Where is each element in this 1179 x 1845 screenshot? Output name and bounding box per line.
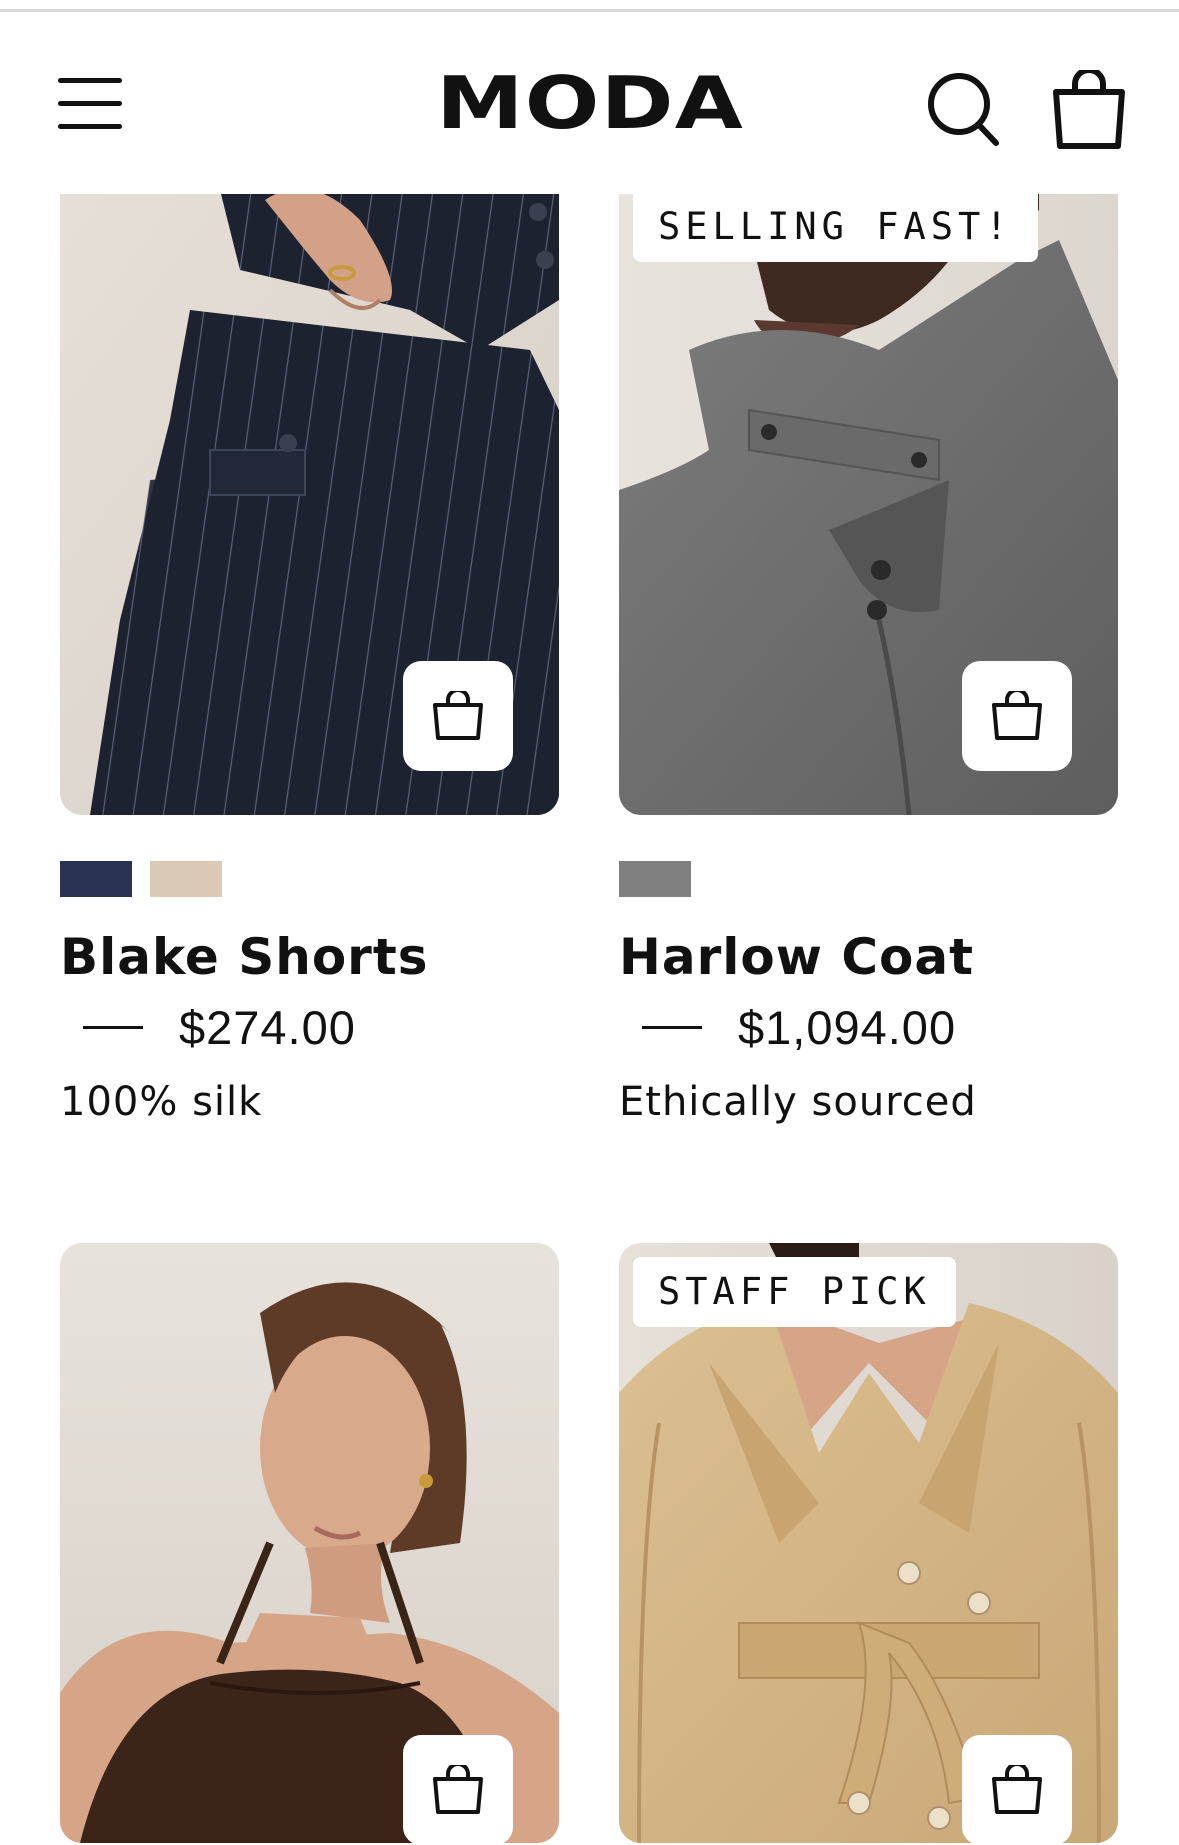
product-badge: SELLING FAST! [633,192,1038,262]
price-row: $274.00 [60,1000,356,1055]
menu-icon-bar [58,101,122,106]
shopping-bag-icon [1053,67,1125,149]
top-divider [0,0,1179,12]
price-dash [83,1026,143,1029]
product-price: $274.00 [179,1001,356,1054]
color-swatch-navy[interactable] [60,861,132,897]
shopping-bag-icon [433,691,483,740]
shopping-bag-icon [992,1765,1042,1814]
cart-button[interactable] [1050,67,1128,150]
product-note: 100% silk [60,1079,263,1125]
product-badge: STAFF PICK [633,1257,956,1327]
color-swatches [619,861,691,897]
product-price: $1,094.00 [738,1001,957,1054]
shopping-bag-icon [992,691,1042,740]
add-to-bag-button[interactable] [403,1735,513,1845]
shopping-bag-icon [433,1765,483,1814]
price-row: $1,094.00 [619,1000,956,1055]
add-to-bag-button[interactable] [962,1735,1072,1845]
search-icon [928,73,999,146]
color-swatch-beige[interactable] [150,861,222,897]
add-to-bag-button[interactable] [403,661,513,771]
product-name[interactable]: Blake Shorts [60,928,429,986]
color-swatch-grey[interactable] [619,861,691,897]
product-note: Ethically sourced [619,1079,977,1125]
search-button[interactable] [926,70,1002,150]
add-to-bag-button[interactable] [962,661,1072,771]
site-header: MODA [0,12,1179,194]
price-dash [642,1026,702,1029]
menu-button[interactable] [58,78,122,130]
menu-icon-bar [58,78,122,83]
product-name[interactable]: Harlow Coat [619,928,974,986]
color-swatches [60,861,222,897]
brand-logo[interactable]: MODA [383,67,798,139]
menu-icon-bar [58,124,122,129]
